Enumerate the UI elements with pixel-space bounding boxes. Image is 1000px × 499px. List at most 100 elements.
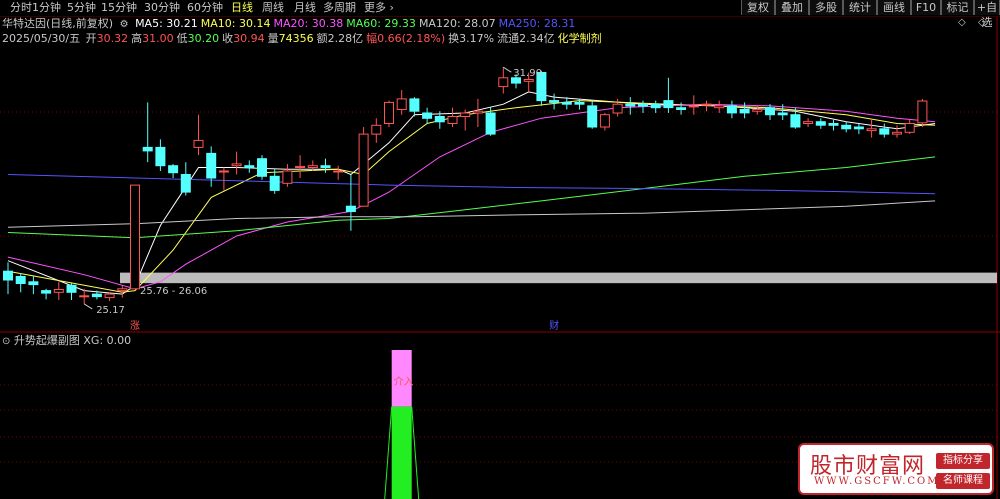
candle-body [371, 124, 382, 135]
annotation-pointer [503, 66, 512, 73]
candle-body [91, 293, 102, 298]
candle-body [574, 101, 585, 105]
logo-badge: 名师课程 [936, 473, 990, 489]
candle [714, 100, 725, 113]
candle [422, 107, 433, 124]
kline-chart[interactable]: 31.90 25.17 25.76 - 26.06 涨 财介入 [0, 0, 1000, 499]
candle-body [688, 105, 699, 108]
candle [320, 158, 331, 173]
ma-line-ma60 [7, 156, 936, 239]
ma-line-ma250 [7, 174, 936, 195]
candle [41, 288, 52, 300]
candle-body [193, 139, 204, 148]
candle-body [218, 170, 229, 173]
candle-body [879, 128, 890, 135]
candle-body [599, 114, 610, 128]
candle-body [130, 184, 140, 290]
candle [53, 281, 64, 301]
candle [904, 119, 915, 135]
logo-url: WWW.GSCFW.COM [814, 476, 940, 487]
candle [282, 163, 293, 187]
candle-body [663, 100, 674, 109]
candle [828, 119, 839, 131]
candle [498, 67, 509, 94]
event-marker: 涨 [130, 320, 140, 332]
candle [269, 169, 280, 194]
candle [155, 139, 166, 171]
candle-body [917, 100, 928, 124]
logo-badge: 指标分享 [936, 453, 990, 469]
candle-body [498, 77, 509, 88]
sub-indicator-label: ⊙ 升势起爆副图 XG: 0.00 [2, 333, 131, 348]
candle-body [282, 170, 293, 184]
candle-body [866, 128, 877, 132]
candle-body [257, 158, 267, 177]
candle [295, 155, 306, 179]
candle [130, 184, 140, 290]
candle [257, 155, 267, 180]
diamond-icon[interactable]: ◇ [958, 17, 966, 28]
signal-text: 介入 [394, 376, 414, 388]
candle-body [3, 270, 13, 281]
candle-body [307, 165, 318, 168]
candle [66, 283, 77, 301]
candle-body [104, 293, 115, 299]
candle-body [904, 123, 915, 133]
candle-body [650, 103, 661, 109]
candle [599, 112, 610, 131]
candle-body [180, 174, 191, 193]
annotation-high: 31.90 [513, 68, 542, 79]
candle [333, 165, 344, 180]
candle [409, 97, 420, 117]
candle-body [295, 165, 306, 168]
candle-body [206, 152, 217, 179]
candle-body [422, 112, 433, 119]
signal-bar-green [391, 406, 412, 499]
diamond-icon[interactable]: ◇ [978, 17, 986, 28]
candle-body [625, 103, 636, 107]
signal-bar-edge [411, 406, 420, 499]
candle-body [790, 114, 801, 128]
candle-body [803, 121, 814, 124]
candle-body [168, 165, 179, 174]
candle-body [815, 121, 826, 126]
candle-body [765, 107, 775, 116]
candle [180, 162, 191, 196]
candle-body [447, 116, 458, 124]
candle-body [612, 103, 623, 114]
candle [244, 160, 255, 173]
candle [460, 109, 471, 131]
candle [206, 146, 217, 187]
candle-body [434, 116, 445, 123]
candle-body [358, 133, 369, 207]
candle-body [384, 101, 394, 125]
candle-body [587, 105, 598, 128]
candle-body [841, 124, 852, 130]
candle [663, 77, 674, 113]
candle-body [53, 289, 64, 293]
candle-body [244, 165, 255, 168]
candle [841, 121, 852, 133]
annotation-low: 25.17 [96, 305, 125, 316]
candle [853, 123, 864, 135]
candle-body [739, 108, 750, 114]
candle-body [155, 146, 166, 167]
candle [3, 262, 13, 295]
candle-body [561, 101, 572, 105]
candle-body [485, 112, 496, 135]
ma-line-ma20 [7, 103, 936, 290]
collapse-icon[interactable]: ⊙ [2, 336, 10, 347]
candle-body [396, 98, 407, 111]
candle-body [549, 100, 560, 103]
candle-body [269, 175, 280, 191]
candle [384, 100, 394, 128]
candle-body [231, 163, 242, 167]
candle [218, 167, 229, 191]
candle [447, 107, 458, 128]
candle [104, 292, 115, 302]
candle-body [892, 131, 902, 135]
candle-body [726, 105, 737, 114]
candle-body [638, 103, 648, 107]
candle-body [79, 295, 90, 298]
signal-bar-edge [384, 406, 393, 499]
